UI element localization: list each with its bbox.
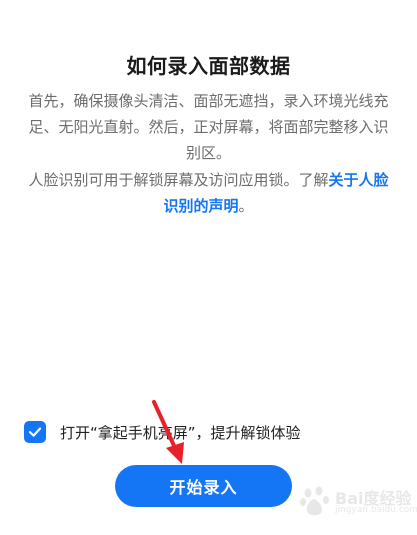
- privacy-notice: 人脸识别可用于解锁屏幕及访问应用锁。了解关于人脸识别的声明。: [28, 167, 389, 219]
- page-title: 如何录入面部数据: [126, 54, 291, 78]
- privacy-notice-prefix: 人脸识别可用于解锁屏幕及访问应用锁。了解: [28, 171, 329, 189]
- check-icon: [28, 427, 42, 437]
- watermark-url: jingyan.baidu.com: [335, 505, 417, 515]
- start-enroll-button[interactable]: 开始录入: [115, 465, 292, 507]
- raise-to-wake-label: 打开“拿起手机亮屏”，提升解锁体验: [60, 423, 301, 442]
- raise-to-wake-option[interactable]: 打开“拿起手机亮屏”，提升解锁体验: [24, 419, 393, 445]
- baidu-jingyan-watermark: Bai度经验 jingyan.baidu.com: [299, 481, 417, 521]
- baidu-paw-icon: [300, 486, 329, 516]
- raise-to-wake-checkbox[interactable]: [24, 421, 46, 443]
- privacy-notice-suffix: 。: [238, 197, 254, 215]
- instructions-text: 首先，确保摄像头清洁、面部无遮挡，录入环境光线充足、无阳光直射。然后，正对屏幕，…: [28, 92, 389, 162]
- watermark-text: Bai度经验: [335, 489, 412, 508]
- face-enroll-intro-page: 如何录入面部数据 首先，确保摄像头清洁、面部无遮挡，录入环境光线充足、无阳光直射…: [0, 0, 417, 535]
